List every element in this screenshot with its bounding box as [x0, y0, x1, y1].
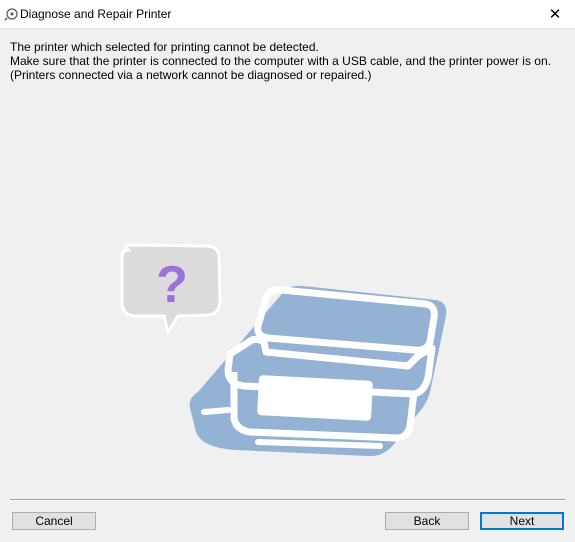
diagnose-repair-window: Diagnose and Repair Printer ✕ The printe…	[0, 0, 575, 542]
message-line-3: (Printers connected via a network cannot…	[10, 68, 372, 82]
speech-bubble-icon: ?	[120, 243, 222, 336]
question-mark-icon: ?	[156, 256, 188, 314]
message-line-1: The printer which selected for printing …	[10, 40, 319, 54]
next-button[interactable]: Next	[480, 512, 564, 530]
window-title: Diagnose and Repair Printer	[20, 7, 172, 21]
footer-separator	[10, 499, 565, 501]
error-message: The printer which selected for printing …	[10, 40, 570, 82]
printer-icon	[189, 285, 447, 457]
message-line-2: Make sure that the printer is connected …	[10, 54, 551, 68]
printer-not-found-illustration: ?	[120, 243, 447, 457]
close-icon: ✕	[548, 6, 562, 23]
title-bar: Diagnose and Repair Printer ✕	[0, 0, 575, 29]
cancel-button[interactable]: Cancel	[12, 512, 96, 530]
printer-diagnose-icon	[4, 8, 18, 21]
close-button[interactable]: ✕	[535, 0, 575, 28]
back-button[interactable]: Back	[385, 512, 469, 530]
